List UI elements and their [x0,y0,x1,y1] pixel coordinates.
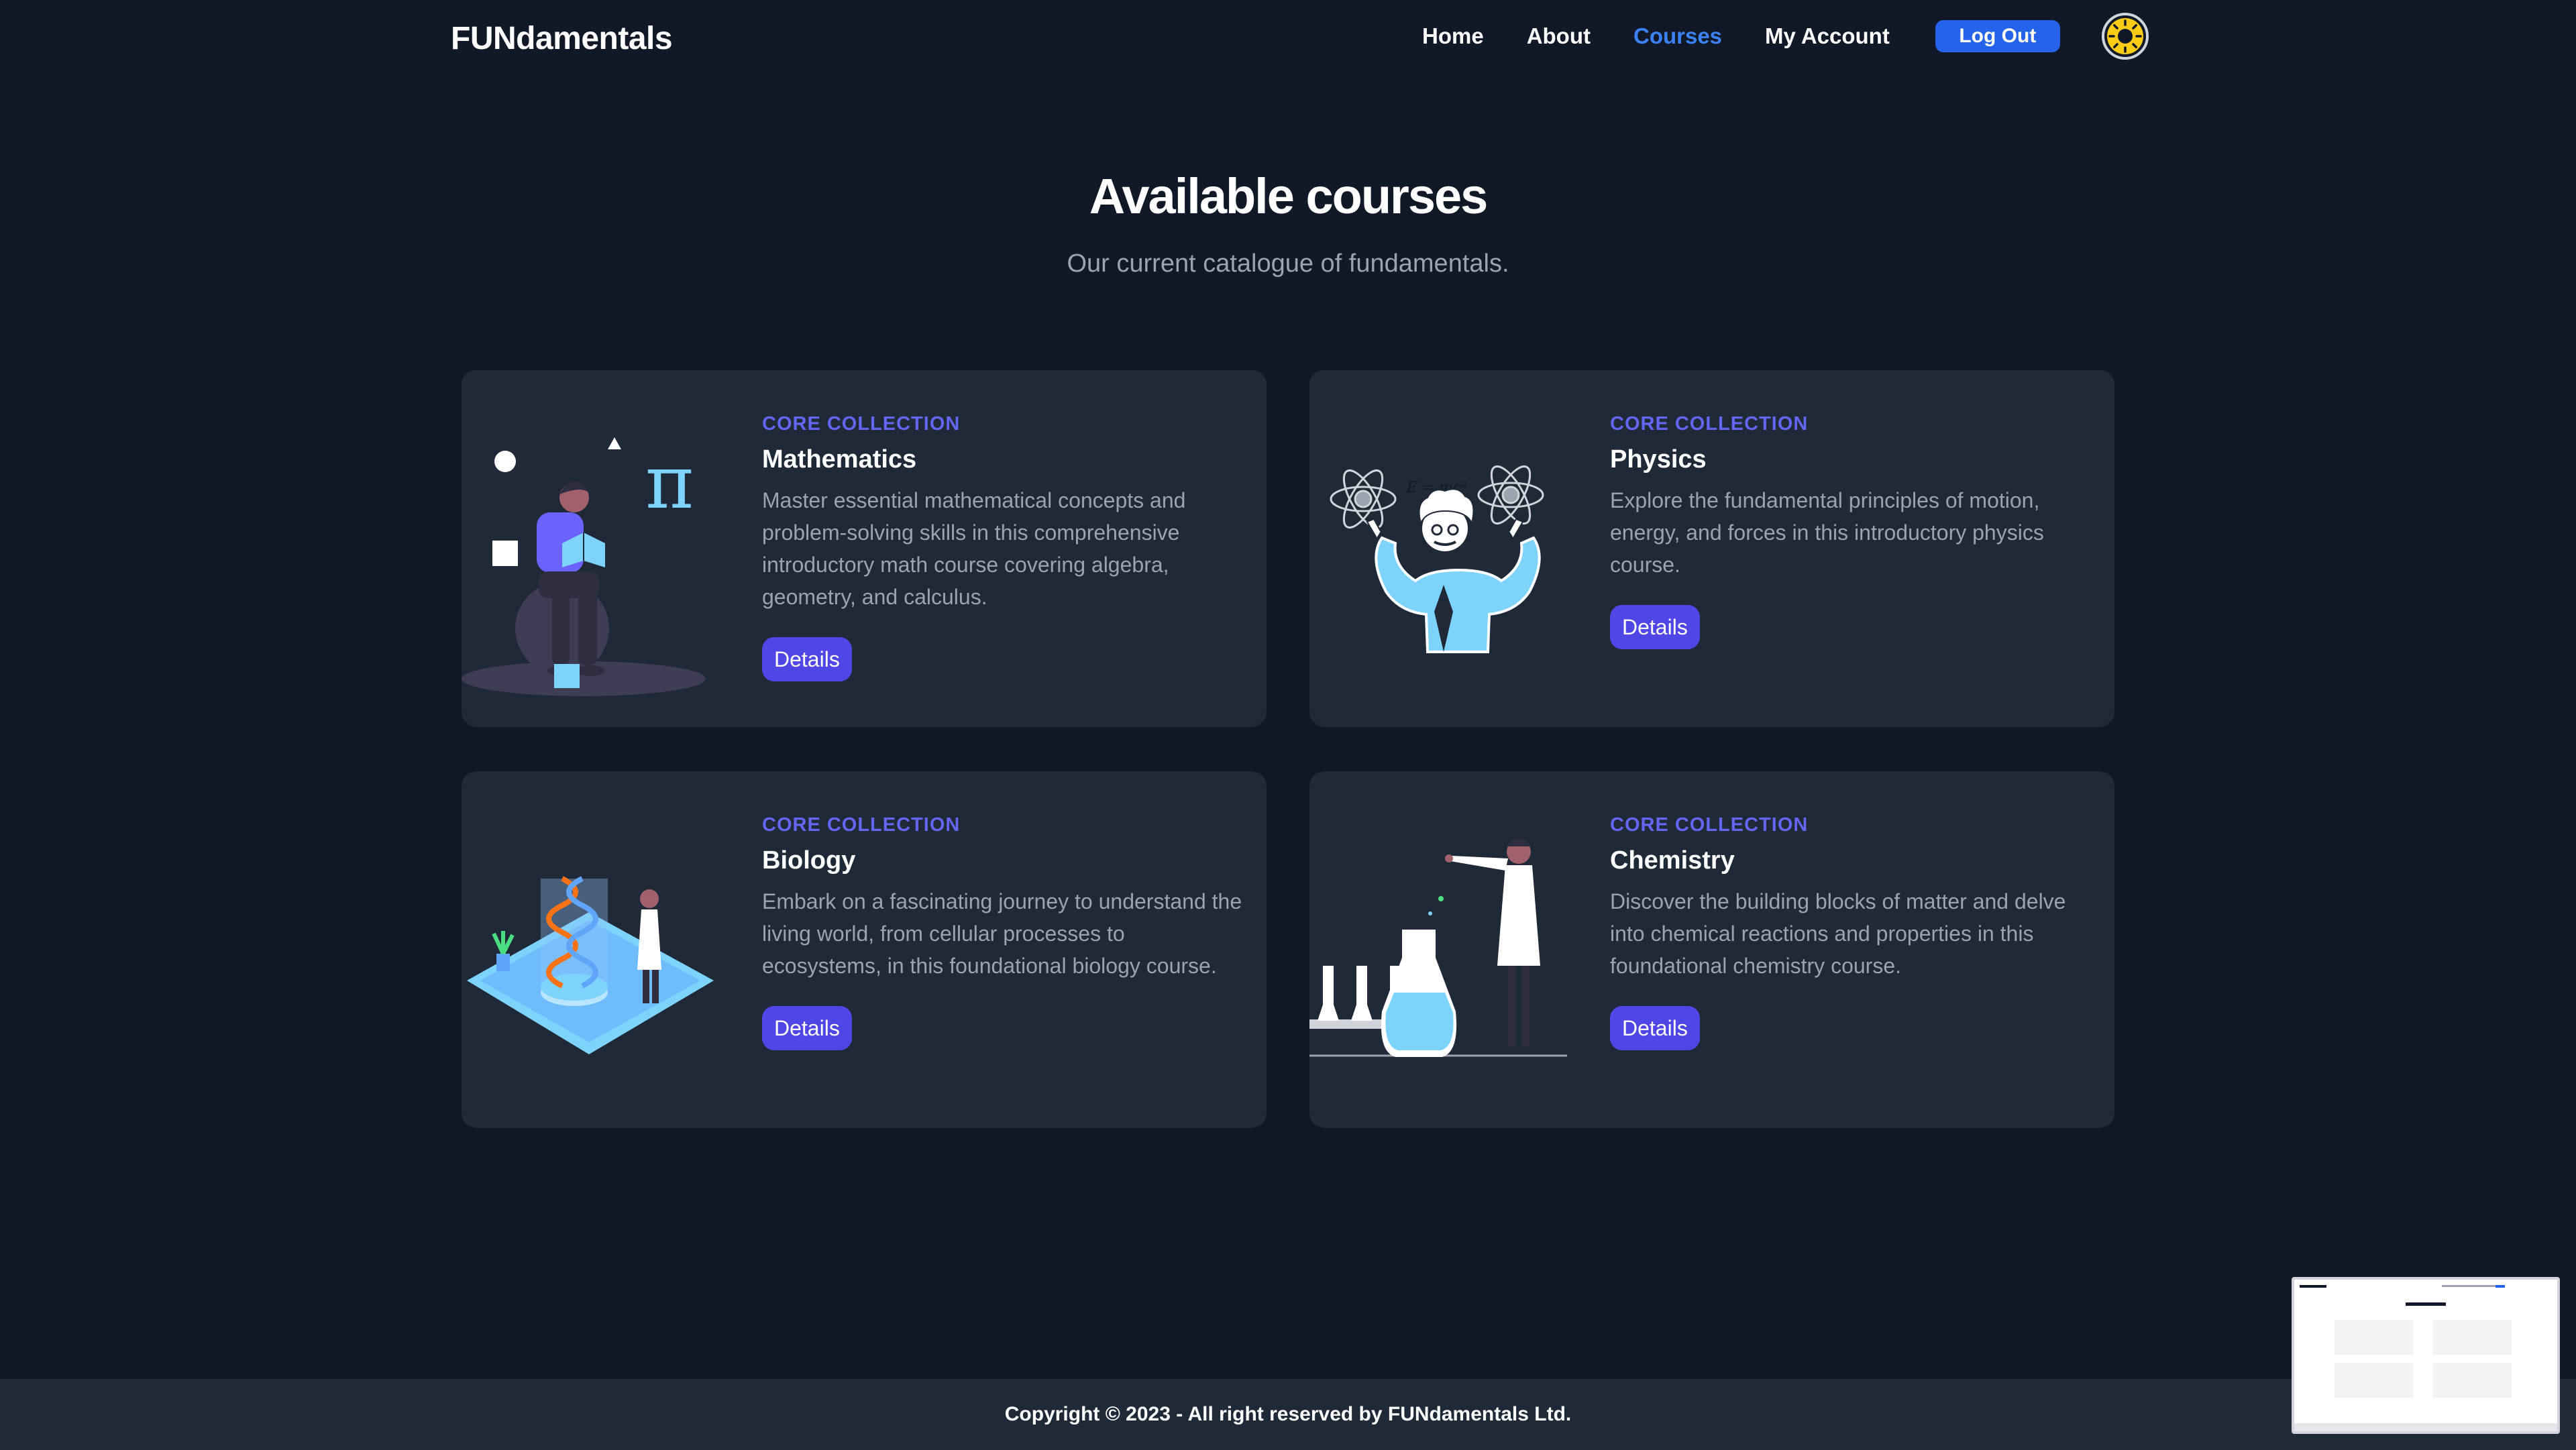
details-button-biology[interactable]: Details [762,1006,852,1050]
course-eyebrow: CORE COLLECTION [1610,413,1809,435]
course-card-biology: CORE COLLECTION Biology Embark on a fasc… [462,771,1267,1128]
course-eyebrow: CORE COLLECTION [1610,814,1809,836]
screenshot-thumbnail[interactable] [2292,1277,2560,1434]
page-title: Available courses [1089,168,1489,224]
course-description: Discover the building blocks of matter a… [1610,889,2066,978]
course-title: Biology [762,846,856,875]
person-reading-math-illustration: π [462,437,706,696]
course-eyebrow: CORE COLLECTION [762,413,961,435]
details-button-mathematics[interactable]: Details [762,637,852,681]
site-footer: Copyright © 2023 - All right reserved by… [0,1379,2576,1450]
page-preview-image [2294,1280,2557,1431]
page-subtitle: Our current catalogue of fundamentals. [1067,249,1509,278]
nav-courses[interactable]: Courses [1633,23,1722,49]
svg-text:π: π [645,439,694,525]
nav-home[interactable]: Home [1422,23,1484,49]
main-nav: Home About Courses My Account Log Out [1422,13,2149,60]
course-card-chemistry: CORE COLLECTION Chemistry Discover the b… [1309,771,2114,1128]
sun-icon [2106,18,2143,54]
details-button-chemistry[interactable]: Details [1610,1006,1700,1050]
course-card-mathematics: π CORE COLLECTION Mathematics Master ess… [462,370,1267,727]
dna-lab-illustration [467,876,714,1054]
course-card-physics: E = mc² CORE COLLECTION Physics Explore … [1309,370,2114,727]
copyright-text: Copyright © 2023 - All right reserved by… [1004,1403,1572,1425]
course-eyebrow: CORE COLLECTION [762,814,961,836]
theme-toggle[interactable] [2101,13,2149,60]
course-description: Master essential mathematical concepts a… [762,488,1186,609]
nav-about[interactable]: About [1527,23,1591,49]
logout-button[interactable]: Log Out [1935,20,2060,52]
chemist-flask-illustration [1309,838,1567,1057]
nav-my-account[interactable]: My Account [1765,23,1890,49]
course-description: Explore the fundamental principles of mo… [1610,488,2044,577]
brand-logo[interactable]: FUNdamentals [451,20,673,57]
course-title: Chemistry [1610,846,1735,875]
course-description: Embark on a fascinating journey to under… [762,889,1242,978]
course-title: Mathematics [762,445,917,473]
course-title: Physics [1610,445,1707,473]
details-button-physics[interactable]: Details [1610,605,1700,649]
site-header: FUNdamentals Home About Courses My Accou… [0,0,2576,80]
scientist-atoms-illustration: E = mc² [1330,465,1544,653]
